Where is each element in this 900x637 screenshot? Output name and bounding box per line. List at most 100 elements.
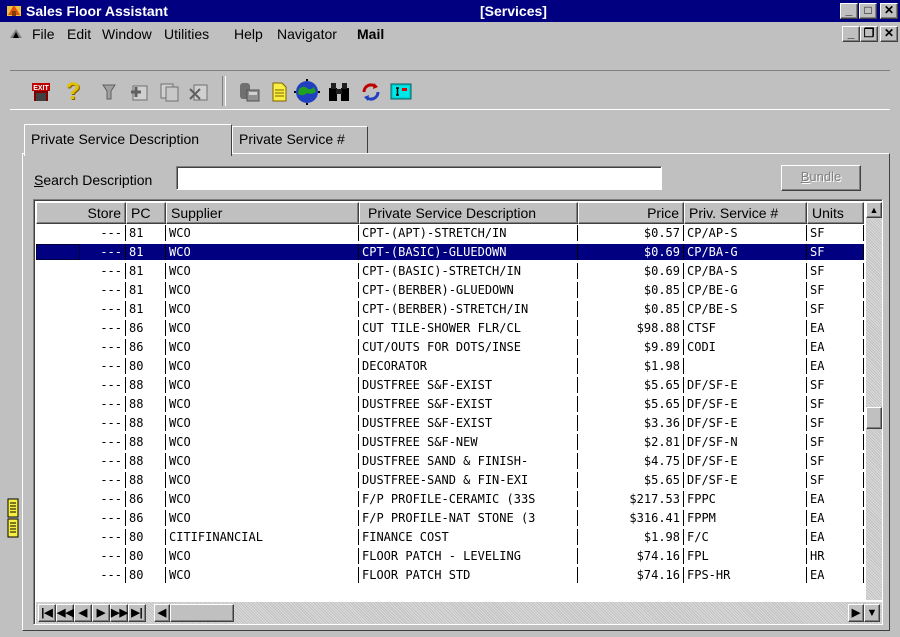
table-row[interactable]: --- 88 WCO DUSTFREE S&F-EXIST $5.65 DF/SF-E SF (36, 377, 864, 393)
cell-price: $4.75 (578, 453, 684, 469)
cell-units: SF (807, 244, 864, 260)
column-header-priv-service[interactable]: Priv. Service # (684, 202, 807, 224)
previous-page-button[interactable]: ◀◀ (56, 604, 74, 622)
terminal-button[interactable] (388, 79, 414, 105)
cell-store: --- (36, 567, 126, 583)
cell-priv-service: CP/BE-G (684, 282, 807, 298)
binoculars-button[interactable] (326, 79, 352, 105)
cell-units: SF (807, 282, 864, 298)
svg-text:EXIT: EXIT (33, 85, 49, 92)
table-row[interactable]: --- 88 WCO DUSTFREE S&F-NEW $2.81 DF/SF-N SF (36, 434, 864, 450)
close-button[interactable]: ✕ (880, 3, 898, 19)
table-row[interactable]: --- 81 WCO CPT-(BASIC)-STRETCH/IN $0.69 CP/BA… (36, 263, 864, 279)
delete-record-button[interactable] (186, 79, 212, 105)
cell-supplier: WCO (166, 377, 359, 393)
maximize-button[interactable]: □ (859, 3, 877, 19)
table-row[interactable]: --- 81 WCO CPT-(BERBER)-STRETCH/IN $0.85 CP/B… (36, 301, 864, 317)
last-record-button[interactable]: ▶| (128, 604, 146, 622)
cell-pc: 80 (126, 548, 166, 564)
cell-description: DUSTFREE SAND & FINISH- (359, 453, 578, 469)
mdi-close-button[interactable]: ✕ (880, 26, 898, 42)
table-row[interactable]: --- 86 WCO CUT TILE-SHOWER FLR/CL $98.88 CTSF… (36, 320, 864, 336)
cell-description: CPT-(BASIC)-STRETCH/IN (359, 263, 578, 279)
menu-window[interactable]: Window (102, 26, 152, 42)
document-button[interactable] (266, 79, 292, 105)
cell-supplier: WCO (166, 491, 359, 507)
vertical-scrollbar[interactable]: ▲ (866, 202, 882, 600)
cell-store: --- (36, 320, 126, 336)
bundle-button[interactable]: Bundle (781, 165, 861, 191)
minimize-button[interactable]: _ (840, 3, 858, 19)
wand-icon (102, 84, 116, 100)
cell-description: CUT/OUTS FOR DOTS/INSE (359, 339, 578, 355)
scroll-thumb[interactable] (866, 407, 882, 429)
notepad-icon[interactable] (7, 497, 23, 539)
cell-store: --- (36, 472, 126, 488)
cell-supplier: WCO (166, 472, 359, 488)
menu-navigator[interactable]: Navigator (277, 26, 337, 42)
table-row[interactable]: --- 80 WCO FLOOR PATCH - LEVELING $74.16 FPL H… (36, 548, 864, 564)
scroll-right-button[interactable]: ▶ (848, 604, 864, 622)
table-row[interactable]: --- 88 WCO DUSTFREE S&F-EXIST $5.65 DF/SF-E SF (36, 396, 864, 412)
table-row[interactable]: --- 81 WCO CPT-(BASIC)-GLUEDOWN $0.69 CP/BA-G… (36, 244, 864, 260)
scroll-left-button[interactable]: ◀ (154, 604, 170, 622)
column-header-units[interactable]: Units (807, 202, 864, 224)
column-header-store[interactable]: Store (36, 202, 126, 224)
search-description-input[interactable] (176, 166, 662, 190)
cell-units: EA (807, 567, 864, 583)
menu-utilities[interactable]: Utilities (164, 26, 209, 42)
menu-edit[interactable]: Edit (67, 26, 91, 42)
table-row[interactable]: --- 81 WCO CPT-(BERBER)-GLUEDOWN $0.85 CP/BE-… (36, 282, 864, 298)
cell-pc: 81 (126, 225, 166, 241)
copy-record-button[interactable] (156, 79, 182, 105)
cell-price: $1.98 (578, 529, 684, 545)
cell-pc: 80 (126, 529, 166, 545)
menu-file[interactable]: File (32, 26, 55, 42)
table-row[interactable]: --- 81 WCO CPT-(APT)-STRETCH/IN $0.57 CP/AP-S… (36, 225, 864, 241)
next-record-button[interactable]: ▶ (92, 604, 110, 622)
globe-button[interactable] (294, 79, 320, 105)
column-header-price[interactable]: Price (578, 202, 684, 224)
column-header-supplier[interactable]: Supplier (166, 202, 359, 224)
column-header-pc[interactable]: PC (126, 202, 166, 224)
menu-help[interactable]: Help (234, 26, 263, 42)
tab-private-service-number[interactable]: Private Service # (232, 126, 368, 154)
cell-price: $0.85 (578, 282, 684, 298)
mdi-restore-button[interactable]: ❐ (860, 26, 878, 42)
system-menu-icon[interactable] (8, 26, 24, 42)
add-record-button[interactable] (126, 79, 152, 105)
phone-button[interactable] (236, 79, 262, 105)
cell-supplier: WCO (166, 244, 359, 260)
cell-store: --- (36, 415, 126, 431)
exit-button[interactable]: EXIT (28, 79, 54, 105)
scroll-up-button[interactable]: ▲ (866, 202, 882, 218)
column-header-description[interactable]: Private Service Description (359, 202, 578, 224)
table-row[interactable]: --- 88 WCO DUSTFREE SAND & FINISH- $4.75 DF/S… (36, 453, 864, 469)
globe-icon (294, 79, 320, 105)
previous-record-button[interactable]: ◀ (74, 604, 92, 622)
table-row[interactable]: --- 88 WCO DUSTFREE-SAND & FIN-EXI $5.65 DF/S… (36, 472, 864, 488)
cell-units: SF (807, 453, 864, 469)
table-row[interactable]: --- 80 WCO DECORATOR $1.98 EA (36, 358, 864, 374)
tab-private-service-description[interactable]: Private Service Description (24, 124, 232, 156)
terminal-icon (390, 83, 412, 100)
table-row[interactable]: --- 80 CITIFINANCIAL FINANCE COST $1.98 F/C EA (36, 529, 864, 545)
table-row[interactable]: --- 80 WCO FLOOR PATCH STD $74.16 FPS-HR EA (36, 567, 864, 583)
help-icon: ? (65, 78, 81, 105)
table-row[interactable]: --- 86 WCO CUT/OUTS FOR DOTS/INSE $9.89 CODI E… (36, 339, 864, 355)
cell-price: $0.69 (578, 263, 684, 279)
first-record-button[interactable]: |◀ (38, 604, 56, 622)
help-button[interactable]: ? (60, 78, 86, 105)
table-row[interactable]: --- 86 WCO F/P PROFILE-NAT STONE (3 $316.41 F… (36, 510, 864, 526)
menu-mail[interactable]: Mail (357, 26, 384, 42)
mdi-minimize-button[interactable]: _ (842, 26, 860, 42)
refresh-button[interactable] (358, 79, 384, 105)
table-row[interactable]: --- 88 WCO DUSTFREE S&F-EXIST $3.36 DF/SF-E SF (36, 415, 864, 431)
table-row[interactable]: --- 86 WCO F/P PROFILE-CERAMIC (33S $217.53 F… (36, 491, 864, 507)
cell-units: SF (807, 472, 864, 488)
next-page-button[interactable]: ▶▶ (110, 604, 128, 622)
horizontal-scroll-thumb[interactable] (170, 604, 234, 622)
scroll-down-button[interactable]: ▼ (864, 604, 880, 622)
wand-button[interactable] (96, 79, 122, 105)
cell-units: HR (807, 548, 864, 564)
